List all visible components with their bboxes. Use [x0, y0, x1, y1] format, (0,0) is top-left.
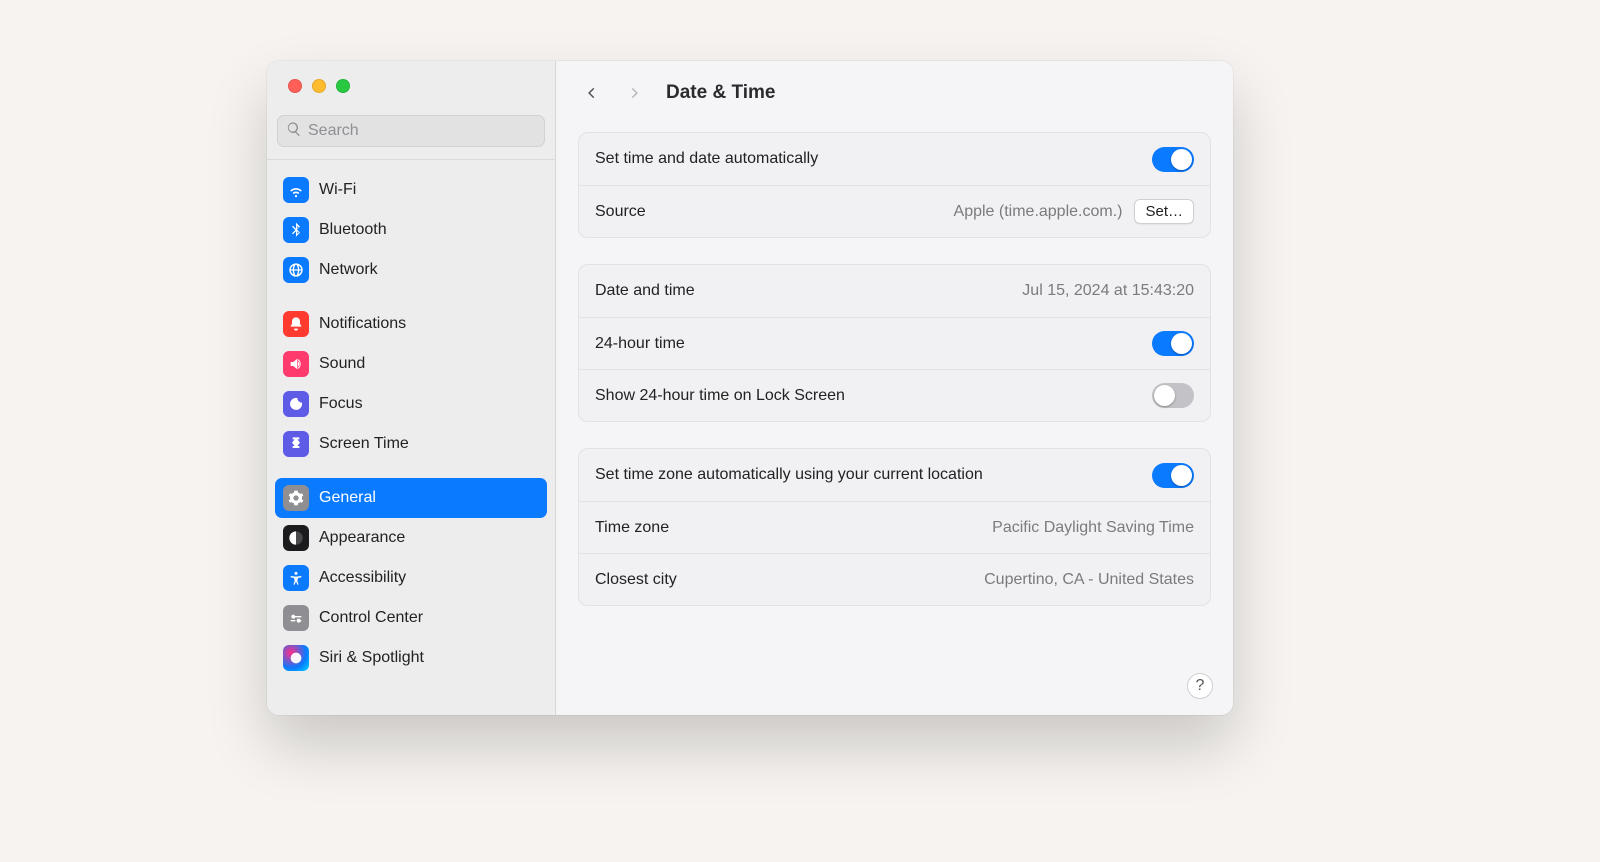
- sidebar-item-label: Wi-Fi: [319, 181, 356, 199]
- sidebar-item-label: General: [319, 489, 376, 507]
- sidebar: Wi-Fi Bluetooth Network Notifications Sound F…: [267, 61, 556, 715]
- toggle-lock-24hour[interactable]: [1152, 383, 1194, 408]
- sidebar-item-label: Network: [319, 261, 378, 279]
- help-button[interactable]: ?: [1187, 673, 1213, 699]
- forward-button[interactable]: [620, 79, 648, 107]
- toggle-24hour[interactable]: [1152, 331, 1194, 356]
- sidebar-item-label: Siri & Spotlight: [319, 649, 424, 667]
- search-icon: [286, 121, 308, 142]
- closest-city-value: Cupertino, CA - United States: [984, 571, 1194, 589]
- settings-window: Wi-Fi Bluetooth Network Notifications Sound F…: [267, 61, 1233, 715]
- sidebar-item-label: Focus: [319, 395, 363, 413]
- appearance-icon: [283, 525, 309, 551]
- window-controls: [267, 61, 555, 107]
- sidebar-item-label: Notifications: [319, 315, 406, 333]
- focus-icon: [283, 391, 309, 417]
- sidebar-item-label: Accessibility: [319, 569, 406, 587]
- search-container: [267, 107, 555, 160]
- back-button[interactable]: [578, 79, 606, 107]
- sidebar-item-wifi[interactable]: Wi-Fi: [275, 170, 547, 210]
- row-auto-timezone: Set time zone automatically using your c…: [579, 449, 1210, 501]
- minimize-window-button[interactable]: [312, 79, 326, 93]
- row-lock-24hour: Show 24-hour time on Lock Screen: [579, 369, 1210, 421]
- row-label: Time zone: [595, 519, 669, 537]
- row-closest-city: Closest city Cupertino, CA - United Stat…: [579, 553, 1210, 605]
- sidebar-item-network[interactable]: Network: [275, 250, 547, 290]
- row-label: Set time and date automatically: [595, 150, 818, 168]
- row-label: Source: [595, 203, 646, 221]
- sidebar-item-appearance[interactable]: Appearance: [275, 518, 547, 558]
- sidebar-item-bluetooth[interactable]: Bluetooth: [275, 210, 547, 250]
- general-icon: [283, 485, 309, 511]
- sidebar-item-siri[interactable]: Siri & Spotlight: [275, 638, 547, 678]
- sidebar-item-label: Appearance: [319, 529, 405, 547]
- set-source-button[interactable]: Set…: [1134, 199, 1194, 224]
- main-area: Date & Time Set time and date automatica…: [556, 61, 1233, 715]
- sidebar-item-label: Control Center: [319, 609, 423, 627]
- row-24hour: 24-hour time: [579, 317, 1210, 369]
- close-window-button[interactable]: [288, 79, 302, 93]
- row-timezone: Time zone Pacific Daylight Saving Time: [579, 501, 1210, 553]
- sidebar-item-label: Sound: [319, 355, 365, 373]
- sidebar-item-screentime[interactable]: Screen Time: [275, 424, 547, 464]
- toggle-auto-time[interactable]: [1152, 147, 1194, 172]
- sidebar-item-accessibility[interactable]: Accessibility: [275, 558, 547, 598]
- sidebar-nav: Wi-Fi Bluetooth Network Notifications Sound F…: [267, 160, 555, 715]
- page-title: Date & Time: [666, 82, 775, 104]
- sidebar-item-controlcenter[interactable]: Control Center: [275, 598, 547, 638]
- source-value: Apple (time.apple.com.): [954, 203, 1123, 221]
- datetime-value: Jul 15, 2024 at 15:43:20: [1022, 282, 1194, 300]
- accessibility-icon: [283, 565, 309, 591]
- sidebar-item-label: Bluetooth: [319, 221, 387, 239]
- row-label: Set time zone automatically using your c…: [595, 466, 983, 484]
- notif-icon: [283, 311, 309, 337]
- toggle-auto-timezone[interactable]: [1152, 463, 1194, 488]
- timezone-value: Pacific Daylight Saving Time: [992, 519, 1194, 537]
- row-datetime: Date and time Jul 15, 2024 at 15:43:20: [579, 265, 1210, 317]
- panel-timezone: Set time zone automatically using your c…: [578, 448, 1211, 606]
- panel-time-source: Set time and date automatically Source A…: [578, 132, 1211, 238]
- sidebar-item-label: Screen Time: [319, 435, 409, 453]
- siri-icon: [283, 645, 309, 671]
- search-input[interactable]: [308, 122, 536, 140]
- main-column: Date & Time Set time and date automatica…: [556, 61, 1233, 715]
- row-label: 24-hour time: [595, 335, 685, 353]
- row-label: Date and time: [595, 282, 695, 300]
- bt-icon: [283, 217, 309, 243]
- sidebar-item-sound[interactable]: Sound: [275, 344, 547, 384]
- row-label: Closest city: [595, 571, 677, 589]
- search-field[interactable]: [277, 115, 545, 147]
- row-auto-time: Set time and date automatically: [579, 133, 1210, 185]
- zoom-window-button[interactable]: [336, 79, 350, 93]
- row-label: Show 24-hour time on Lock Screen: [595, 387, 845, 405]
- panel-date-time: Date and time Jul 15, 2024 at 15:43:20 2…: [578, 264, 1211, 422]
- cc-icon: [283, 605, 309, 631]
- row-source: Source Apple (time.apple.com.) Set…: [579, 185, 1210, 237]
- sidebar-item-general[interactable]: General: [275, 478, 547, 518]
- net-icon: [283, 257, 309, 283]
- sidebar-item-focus[interactable]: Focus: [275, 384, 547, 424]
- screentime-icon: [283, 431, 309, 457]
- sound-icon: [283, 351, 309, 377]
- wifi-icon: [283, 177, 309, 203]
- sidebar-item-notifications[interactable]: Notifications: [275, 304, 547, 344]
- content-header: Date & Time: [556, 61, 1233, 124]
- content-body: Set time and date automatically Source A…: [556, 124, 1233, 715]
